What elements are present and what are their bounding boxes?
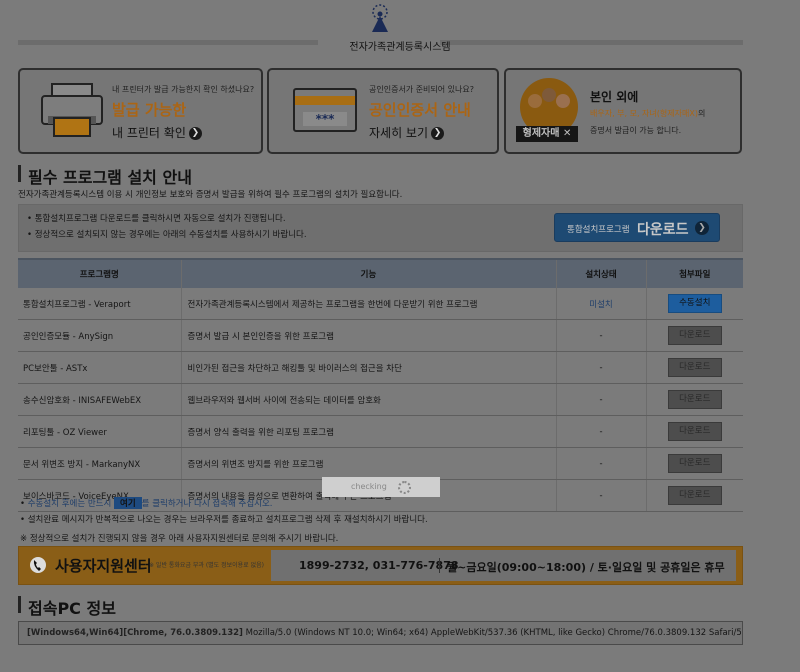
download-button[interactable]: 다운로드 <box>667 358 722 377</box>
table-row: 공인인증모듈 - AnySign 증명서 발급 시 본인인증을 위한 프로그램 … <box>18 319 743 352</box>
program-name: 통합설치프로그램 - Veraport <box>18 288 182 320</box>
download-button[interactable]: 다운로드 <box>667 422 722 441</box>
table-header-row: 프로그램명 기능 설치상태 첨부파일 <box>18 258 743 288</box>
program-name: 문서 위변조 방지 - MarkanyNX <box>18 447 182 480</box>
notice-item: • 정상적으로 설치되지 않는 경우에는 아래의 수동설치를 사용하시기 바랍니… <box>27 230 307 240</box>
table-row: 리포팅툴 - OZ Viewer 증명서 양식 출력을 위한 리포팅 프로그램 … <box>18 415 743 448</box>
eligible-relations-suffix: 의 <box>697 109 706 118</box>
support-hours: 월~금요일(09:00~18:00) / 토·일요일 및 공휴일은 휴무 <box>447 561 725 574</box>
download-button[interactable]: 다운로드 <box>667 454 722 473</box>
printer-check-card[interactable]: 내 프린터가 발급 가능한지 확인 하셨나요? 발급 가능한 내 프린터 확인 ❯ <box>18 68 263 154</box>
program-name: PC보안툴 - ASTx <box>18 351 182 384</box>
sibling-excluded-badge: 형제자매 ✕ <box>516 126 578 142</box>
printer-card-question: 내 프린터가 발급 가능한지 확인 하셨나요? <box>112 85 255 94</box>
support-phone: 1899-2732, 031-776-7878 <box>299 559 459 572</box>
printer-icon <box>41 83 103 137</box>
masked-password: *** <box>303 112 347 126</box>
table-row: 통합설치프로그램 - Veraport 전자가족관계등록시스템에서 제공하는 프… <box>18 288 743 320</box>
support-subtitle: ※ 일반 통화요금 부과 (별도 정보이용료 없음) <box>149 562 264 569</box>
court-logo <box>372 4 388 32</box>
certificate-guide-card[interactable]: *** 공인인증서가 준비되어 있나요? 공인인증서 안내 자세히 보기 ❯ <box>267 68 499 154</box>
program-function: 증명서의 위변조 방지를 위한 프로그램 <box>181 447 557 480</box>
install-status: - <box>556 447 647 480</box>
support-center-banner: 사용자지원센터 ※ 일반 통화요금 부과 (별도 정보이용료 없음) 1899-… <box>18 546 743 585</box>
column-header: 첨부파일 <box>646 258 743 288</box>
phone-icon <box>30 557 46 573</box>
family-card-title: 본인 외에 <box>590 90 639 104</box>
chevron-right-icon: ❯ <box>188 127 202 140</box>
cert-card-question: 공인인증서가 준비되어 있나요? <box>369 85 475 94</box>
pc-info-heading: 접속PC 정보 <box>28 599 116 618</box>
install-status: 미설치 <box>589 299 613 310</box>
pc-user-agent: Mozilla/5.0 (Windows NT 10.0; Win64; x64… <box>242 628 743 638</box>
section-marker <box>18 165 21 182</box>
install-status: - <box>556 351 647 384</box>
cert-card-title: 공인인증서 안내 <box>369 101 471 119</box>
family-info-card: 형제자매 ✕ 본인 외에 배우자, 부, 모, 자녀(형제자매X)의 증명서 발… <box>504 68 742 154</box>
divider <box>439 558 440 573</box>
table-row: PC보안툴 - ASTx 비인가된 접근을 차단하고 해킹툴 및 바이러스의 접… <box>18 351 743 384</box>
printer-card-link[interactable]: 내 프린터 확인 ❯ <box>112 124 202 141</box>
program-function: 웹브라우저와 웹서버 사이에 전송되는 데이터를 암호화 <box>181 383 557 416</box>
install-status: - <box>556 479 647 512</box>
program-function: 증명서 양식 출력을 위한 리포팅 프로그램 <box>181 415 557 448</box>
family-card-line2: 증명서 발급이 가능 합니다. <box>590 126 682 135</box>
install-status: - <box>556 319 647 352</box>
family-card-line1: 배우자, 부, 모, 자녀(형제자매X)의 <box>590 108 705 119</box>
checking-label: checking <box>351 482 387 491</box>
manual-install-button[interactable]: 수동설치 <box>667 294 722 313</box>
program-name: 리포팅툴 - OZ Viewer <box>18 415 182 448</box>
column-header: 프로그램명 <box>18 258 182 288</box>
here-button[interactable]: 여기 <box>114 497 142 509</box>
pc-info-box: [Windows64,Win64][Chrome, 76.0.3809.132]… <box>18 621 743 645</box>
spinner-icon <box>398 481 411 494</box>
site-title: 전자가족관계등록시스템 <box>349 42 451 53</box>
install-section-heading: 필수 프로그램 설치 안내 <box>28 168 192 187</box>
notice-item: • 통합설치프로그램 다운로드를 클릭하시면 자동으로 설치가 진행됩니다. <box>27 214 286 224</box>
printer-card-link-label: 내 프린터 확인 <box>112 126 186 140</box>
program-name: 공인인증모듈 - AnySign <box>18 319 182 352</box>
download-button-small-label: 통합설치프로그램 <box>567 225 630 235</box>
note-reconnect-post: 를 클릭하거나 다시 접속해 주십시오. <box>141 499 273 509</box>
cert-card-link[interactable]: 자세히 보기 ❯ <box>369 124 445 141</box>
note-reinstall: • 설치완료 메시지가 반복적으로 나오는 경우는 브라우저를 종료하고 설치프… <box>20 515 428 525</box>
program-name: 송수신암호화 - INISAFEWebEX <box>18 383 182 416</box>
download-button[interactable]: 다운로드 <box>667 486 722 505</box>
support-contact-panel: 1899-2732, 031-776-7878 월~금요일(09:00~18:0… <box>271 550 736 581</box>
cert-card-link-label: 자세히 보기 <box>369 126 429 140</box>
download-button-label: 다운로드 <box>637 222 689 238</box>
table-row: 문서 위변조 방지 - MarkanyNX 증명서의 위변조 방지를 위한 프로… <box>18 447 743 480</box>
install-status: - <box>556 415 647 448</box>
download-button[interactable]: 다운로드 <box>667 326 722 345</box>
column-header: 설치상태 <box>556 258 647 288</box>
download-button[interactable]: 다운로드 <box>667 390 722 409</box>
program-table: 프로그램명 기능 설치상태 첨부파일 통합설치프로그램 - Veraport 전… <box>18 258 743 512</box>
note-contact: ※ 정상적으로 설치가 진행되지 않을 경우 아래 사용자지원센터로 문의해 주… <box>20 534 339 544</box>
note-reconnect-pre: 수동설치 후에는 반드시 <box>27 499 112 509</box>
chevron-right-icon: ❯ <box>431 127 445 140</box>
credit-card-icon: *** <box>293 88 357 132</box>
program-function: 증명서 발급 시 본인인증을 위한 프로그램 <box>181 319 557 352</box>
install-status: - <box>556 383 647 416</box>
program-function: 전자가족관계등록시스템에서 제공하는 프로그램을 한번에 다운받기 위한 프로그… <box>181 288 557 320</box>
table-row: 송수신암호화 - INISAFEWebEX 웹브라우저와 웹서버 사이에 전송되… <box>18 383 743 416</box>
note-reconnect: • 수동설치 후에는 반드시 여기 를 클릭하거나 다시 접속해 주십시오. <box>20 497 273 509</box>
integrated-download-button[interactable]: 통합설치프로그램 다운로드 ❯ <box>554 213 720 242</box>
pc-browser: [Chrome, 76.0.3809.132] <box>123 628 243 638</box>
install-section-description: 전자가족관계등록시스템 이용 시 개인정보 보호와 증명서 발급을 위하여 필수… <box>18 190 403 200</box>
eligible-relations: 배우자, 부, 모, 자녀(형제자매X) <box>590 109 698 118</box>
pc-os: [Windows64,Win64] <box>27 628 124 638</box>
column-header: 기능 <box>181 258 557 288</box>
checking-indicator: checking <box>322 477 440 497</box>
support-title: 사용자지원센터 <box>55 557 152 575</box>
chevron-right-icon: ❯ <box>695 221 709 235</box>
program-function: 비인가된 접근을 차단하고 해킹툴 및 바이러스의 접근을 차단 <box>181 351 557 384</box>
printer-card-title: 발급 가능한 <box>112 101 187 119</box>
section-marker <box>18 596 21 613</box>
